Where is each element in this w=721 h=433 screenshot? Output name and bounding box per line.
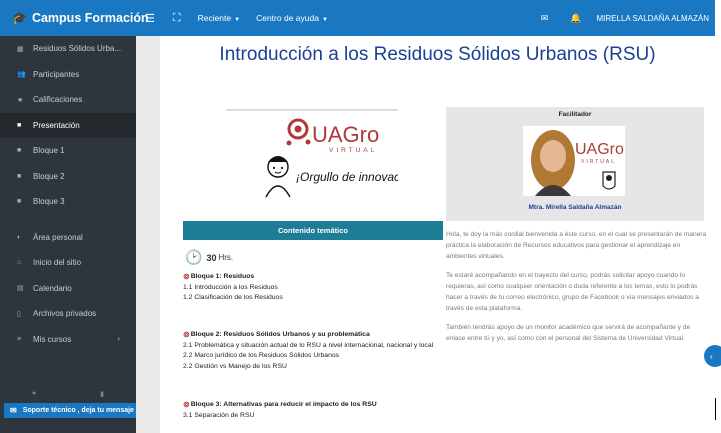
facilitator-logo-brand: UAGro [575,141,624,158]
sidebar-item-bloque-1[interactable]: ■ Bloque 1 [0,138,136,164]
block-3: ⊚ Bloque 3: Alternativas para reducir el … [183,400,453,421]
sidebar-item-bloque-3[interactable]: ■ Bloque 3 [0,189,136,215]
block-item: 1.1 Introducción a los Residuos [183,283,278,291]
facilitator-name: Mtra. Mirella Saldaña Almazán [528,204,622,211]
home-icon: ⌂ [17,259,22,267]
welcome-paragraph: Hola, te doy la más cordial bienvenida a… [446,231,707,260]
course-hours: 🕑 30 Hrs. [185,249,234,265]
chat-icon[interactable]: ● [32,390,36,404]
contenido-tematico-header: Contenido temático [183,221,443,240]
caret-down-icon: ▼ [321,17,328,23]
block-title: Bloque 3: Alternativas para reducir el i… [190,401,377,408]
block-item: 2.2 Marco jurídico de los Residuos Sólid… [183,352,340,359]
caret-down-icon: ▼ [234,17,241,23]
user-menu[interactable]: MIRELLA SALDAÑA ALMAZÁN [593,14,710,23]
sidebar: ▦ Residuos Sólidos Urba... 👥 Participantes… [0,36,136,433]
sidebar-item-course[interactable]: ▦ Residuos Sólidos Urba... [0,36,136,62]
sidebar-item-calificaciones[interactable]: ★ Calificaciones [0,87,136,113]
file-icon: ▯ [17,310,21,318]
nav-link-reciente[interactable]: Reciente ▼ [190,13,249,23]
site-brand[interactable]: 🎓 Campus Formación [0,11,149,25]
chevron-left-icon: ‹ [710,351,713,361]
star-icon: ★ [17,96,24,104]
block-item: 1.2 Clasificación de los Residuos [183,294,283,301]
sidebar-item-archivos[interactable]: ▯ Archivos privados [0,301,136,327]
folder-icon: ■ [17,198,22,206]
facilitator-card: Facilitador UAGro VIRTUAL Mtra. Mirella … [446,107,704,221]
folder-icon: ■ [17,172,22,180]
facilitator-photo: UAGro VIRTUAL [523,126,625,196]
nav-link-centro-ayuda[interactable]: Centro de ayuda ▼ [248,13,336,23]
block-item: 2.2 Gestión vs Manejo de los RSU [183,362,287,370]
dashboard-icon: ◐ [17,233,22,241]
monitor-paragraph: También tendrás apoyo de un monitor acad… [446,324,691,342]
support-button[interactable]: ✉ Soporte técnico , deja tu mensaje [4,403,154,418]
logo-sub-text: VIRTUAL [329,147,377,154]
window-edge [715,398,716,420]
clock-icon: 🕑 [185,249,203,265]
uagro-bullet-icon: ⊚ [183,272,190,281]
uagro-bullet-icon: ⊚ [183,400,190,409]
graduation-cap-icon: 🎓 [12,11,27,25]
users-icon: 👥 [17,71,26,79]
block-title: Bloque 2: Residuos Sólidos Urbanos y su … [190,331,370,338]
block-1: ⊚ Bloque 1: Residuos 1.1 Introducción a l… [183,272,453,304]
floating-action-button[interactable]: ‹ [704,345,721,367]
bell-icon[interactable]: 🔔 [559,13,592,24]
support-paragraph: Te estaré acompañando en el trayecto del… [446,272,699,312]
uagro-bullet-icon: ⊚ [183,330,190,339]
brand-label: Campus Formación [31,11,149,25]
block-item: 2.1 Problemática y situación actual de l… [183,341,434,349]
chevron-right-icon: › [117,335,120,343]
sidebar-item-participantes[interactable]: 👥 Participantes [0,62,136,88]
sidebar-footer-icons: ● ▮ [0,390,136,404]
app-window: 🎓 Campus Formación ☰ ⛶ Reciente ▼ Centro … [0,0,721,433]
page-title: Introducción a los Residuos Sólidos Urba… [219,44,656,65]
expand-icon[interactable]: ⛶ [164,12,190,25]
calendar-icon: ▤ [17,285,24,293]
sidebar-item-mis-cursos[interactable]: ≡ Mis cursos › [0,327,136,353]
sidebar-item-calendario[interactable]: ▤ Calendario [0,276,136,302]
trash-icon[interactable]: ▮ [100,390,104,404]
facilitator-logo-sub: VIRTUAL [581,159,616,165]
sidebar-item-presentacion[interactable]: ■ Presentación [0,112,136,138]
top-navbar: 🎓 Campus Formación ☰ ⛶ Reciente ▼ Centro … [0,0,715,36]
graduation-icon: ≡ [17,335,22,343]
sidebar-item-inicio[interactable]: ⌂ Inicio del sitio [0,250,136,276]
gutter [136,36,160,433]
logo-slogan-text: ¡Orgullo de innovación! [296,170,398,184]
block-title: Bloque 1: Residuos [190,273,255,280]
envelope-icon[interactable]: ✉ [530,13,560,24]
hamburger-icon[interactable]: ☰ [136,12,164,25]
folder-icon: ■ [17,121,22,129]
main-content: Introducción a los Residuos Sólidos Urba… [160,36,715,433]
table-icon: ▦ [17,45,24,53]
navbar-right: ✉ 🔔 MIRELLA SALDAÑA ALMAZÁN [530,13,715,24]
logo-brand-text: UAGro [312,122,379,147]
sidebar-item-bloque-2[interactable]: ■ Bloque 2 [0,164,136,190]
uagro-logo-banner: UAGro VIRTUAL ¡Orgullo de innovación! [226,109,398,203]
facilitator-label: Facilitador [558,111,592,118]
block-2: ⊚ Bloque 2: Residuos Sólidos Urbanos y su… [183,330,453,372]
sidebar-item-area-personal[interactable]: ◐ Área personal [0,225,136,251]
block-item: 3.1 Separación de RSU [183,411,255,419]
folder-icon: ■ [17,147,22,155]
uagro-logo-image: UAGro VIRTUAL ¡Orgullo de innovación! [265,118,398,198]
envelope-icon: ✉ [10,406,17,415]
